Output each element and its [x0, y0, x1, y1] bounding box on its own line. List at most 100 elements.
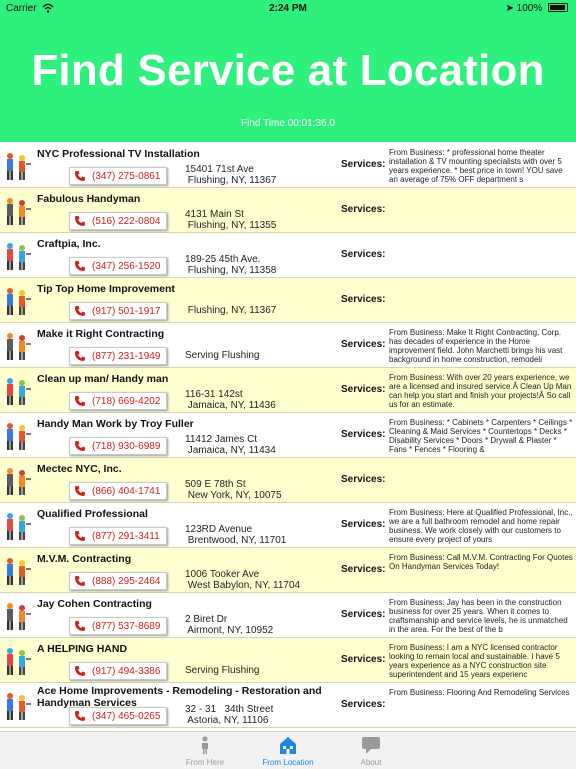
phone-icon	[74, 665, 86, 677]
call-button[interactable]: (917) 501-1917	[69, 302, 167, 320]
business-name: Craftpia, Inc.	[37, 238, 101, 250]
business-description: From Business: Make It Right Contracting…	[389, 328, 563, 364]
services-label: Services:	[341, 249, 386, 260]
business-name: M.V.M. Contracting	[37, 553, 132, 565]
phone-number: (877) 291-3411	[92, 531, 160, 542]
handyman-icon	[2, 419, 32, 453]
tab-about[interactable]: About	[326, 732, 416, 769]
business-address: Serving Flushing	[185, 350, 260, 361]
battery-icon	[548, 3, 568, 12]
business-description: From Business: * Cabinets * Carpenters *…	[389, 418, 573, 454]
call-button[interactable]: (877) 291-3411	[69, 527, 167, 545]
call-button[interactable]: (917) 494-3386	[69, 662, 167, 680]
business-address: 189-25 45th Ave. Flushing, NY, 11358	[185, 254, 277, 276]
handyman-icon	[2, 554, 32, 588]
list-item[interactable]: Fabulous Handyman (516) 222-0804 4131 Main…	[0, 188, 576, 233]
tab-bar: From Here From Location About	[0, 731, 576, 769]
services-label: Services:	[341, 429, 386, 440]
list-item[interactable]: Craftpia, Inc. (347) 256-1520 189-25 45th …	[0, 233, 576, 278]
handyman-icon	[2, 239, 32, 273]
phone-number: (347) 256-1520	[92, 261, 161, 272]
business-name: A HELPING HAND	[37, 643, 128, 655]
call-button[interactable]: (877) 537-8689	[69, 617, 167, 635]
handyman-icon	[2, 689, 32, 723]
services-label: Services:	[341, 564, 386, 575]
business-description: From Business: * professional home theat…	[389, 148, 563, 184]
services-label: Services:	[341, 339, 386, 350]
phone-icon	[74, 350, 86, 362]
list-item[interactable]: Tip Top Home Improvement (917) 501-1917 F…	[0, 278, 576, 323]
phone-number: (347) 275-0861	[92, 171, 161, 182]
services-label: Services:	[341, 294, 386, 305]
location-arrow-icon: ➤	[505, 3, 514, 14]
phone-icon	[74, 305, 86, 317]
list-item[interactable]: A HELPING HAND (917) 494-3386 Serving Flus…	[0, 638, 576, 683]
phone-icon	[74, 215, 86, 227]
handyman-icon	[2, 194, 32, 228]
handyman-icon	[2, 644, 32, 678]
call-button[interactable]: (347) 256-1520	[69, 257, 167, 275]
handyman-icon	[2, 464, 32, 498]
list-item[interactable]: M.V.M. Contracting (888) 295-2464 1006 Too…	[0, 548, 576, 593]
business-address: 32 - 31 34th Street Astoria, NY, 11106	[185, 704, 274, 726]
phone-number: (877) 537-8689	[92, 621, 161, 632]
services-label: Services:	[341, 384, 386, 395]
services-label: Services:	[341, 159, 386, 170]
phone-number: (516) 222-0804	[92, 216, 161, 227]
call-button[interactable]: (866) 404-1741	[69, 482, 167, 500]
call-button[interactable]: (718) 669-4202	[69, 392, 167, 410]
phone-icon	[74, 530, 86, 542]
phone-number: (347) 465-0265	[92, 711, 161, 722]
list-item[interactable]: Make it Right Contracting (877) 231-1949 S…	[0, 323, 576, 368]
list-item[interactable]: Mectec NYC, Inc. (866) 404-1741 509 E 78th…	[0, 458, 576, 503]
find-time: Find Time 00:01:36.0	[241, 118, 335, 129]
speech-bubble-icon	[361, 735, 381, 755]
phone-number: (718) 930-6989	[92, 441, 161, 452]
call-button[interactable]: (718) 930-6989	[69, 437, 167, 455]
business-address: 1006 Tooker Ave West Babylon, NY, 11704	[185, 569, 301, 591]
services-label: Services:	[341, 474, 386, 485]
handyman-icon	[2, 149, 32, 183]
business-description: From Business: With over 20 years experi…	[389, 373, 572, 409]
call-button[interactable]: (888) 295-2464	[69, 572, 167, 590]
phone-number: (718) 669-4202	[92, 396, 161, 407]
list-item[interactable]: Handy Man Work by Troy Fuller (718) 930-6…	[0, 413, 576, 458]
tab-from-location[interactable]: From Location	[243, 732, 333, 769]
business-name: Clean up man/ Handy man	[37, 373, 169, 385]
phone-number: (877) 231-1949	[92, 351, 161, 362]
list-item[interactable]: Qualified Professional (877) 291-3411 123R…	[0, 503, 576, 548]
list-item[interactable]: Ace Home Improvements - Remodeling - Res…	[0, 683, 576, 728]
building-icon	[278, 735, 298, 755]
status-right: ➤ 100%	[505, 3, 568, 14]
business-name: Handy Man Work by Troy Fuller	[37, 418, 194, 430]
handyman-icon	[2, 374, 32, 408]
handyman-icon	[2, 329, 32, 363]
call-button[interactable]: (516) 222-0804	[69, 212, 167, 230]
tab-label: From Location	[262, 758, 314, 767]
business-address: 123RD Avenue Brentwood, NY, 11701	[185, 524, 287, 546]
business-name: NYC Professional TV Installation	[37, 148, 200, 160]
tab-from-here[interactable]: From Here	[160, 732, 250, 769]
page-title: Find Service at Location	[31, 46, 545, 95]
business-description: From Business: Flooring And Remodeling S…	[389, 688, 570, 697]
listing-table[interactable]: NYC Professional TV Installation (347) 27…	[0, 143, 576, 731]
call-button[interactable]: (347) 465-0265	[69, 707, 167, 725]
phone-number: (888) 295-2464	[92, 576, 161, 587]
business-address: 11412 James Ct Jamaica, NY, 11434	[185, 434, 276, 456]
call-button[interactable]: (877) 231-1949	[69, 347, 167, 365]
battery-percent: 100%	[516, 3, 543, 14]
business-address: Flushing, NY, 11367	[185, 305, 277, 316]
business-name: Mectec NYC, Inc.	[37, 463, 122, 475]
list-item[interactable]: Clean up man/ Handy man (718) 669-4202 116…	[0, 368, 576, 413]
services-label: Services:	[341, 519, 386, 530]
business-name: Fabulous Handyman	[37, 193, 141, 205]
call-button[interactable]: (347) 275-0861	[69, 167, 167, 185]
business-address: 4131 Main St Flushing, NY, 11355	[185, 209, 277, 231]
phone-icon	[74, 440, 86, 452]
business-address: 2 Biret Dr Airmont, NY, 10952	[185, 614, 274, 636]
services-label: Services:	[341, 204, 386, 215]
phone-icon	[74, 575, 86, 587]
list-item[interactable]: Jay Cohen Contracting (877) 537-8689 2 Bir…	[0, 593, 576, 638]
handyman-icon	[2, 599, 32, 633]
list-item[interactable]: NYC Professional TV Installation (347) 27…	[0, 143, 576, 188]
